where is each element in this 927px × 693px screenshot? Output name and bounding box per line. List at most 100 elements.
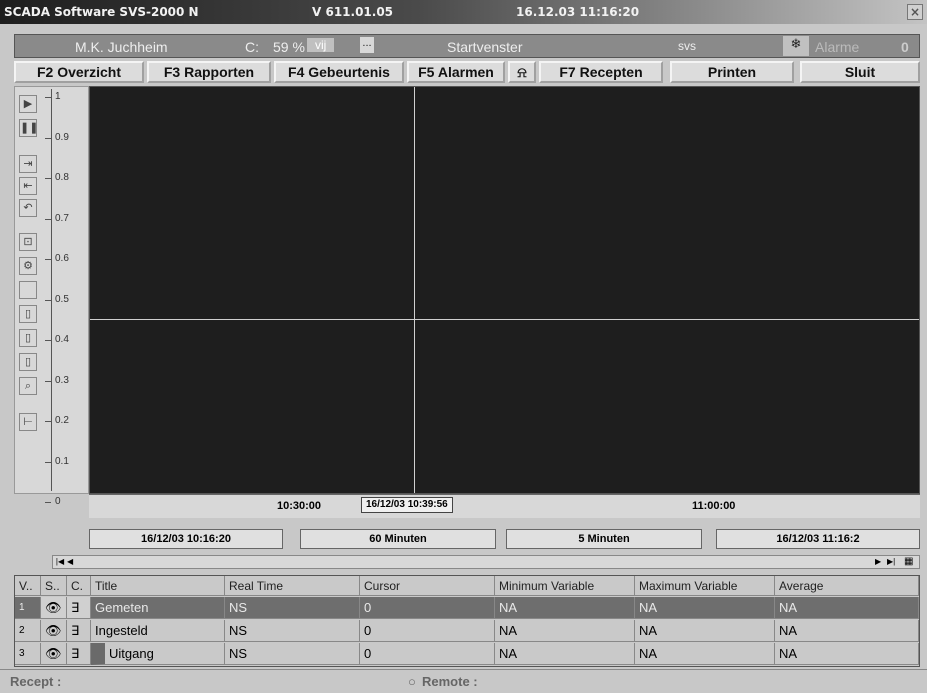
y-tick-label: 0.3 <box>55 374 69 386</box>
info-bar: M.K. Juchheim C: 59 % vij ... Startvenst… <box>14 34 920 58</box>
alarms-label: Alarme <box>815 39 860 55</box>
scale-icon[interactable]: ∃ <box>67 597 91 619</box>
events-button[interactable]: F4 Gebeurtenis <box>274 61 404 83</box>
recipes-button[interactable]: F7 Recepten <box>539 61 663 83</box>
trend-plot[interactable] <box>89 86 920 494</box>
recipe-status: Recept : <box>10 674 62 689</box>
bell-icon: ⍾ <box>517 64 527 80</box>
y-tick-label: 0.9 <box>55 131 69 143</box>
time-tick-label: 11:00:00 <box>692 500 736 512</box>
undo-icon[interactable]: ↶ <box>19 199 37 217</box>
svs-label: svs <box>678 39 696 53</box>
y-tick-label: 1 <box>55 91 61 102</box>
table-header: Cursor <box>360 576 495 596</box>
y-tick-mark <box>45 218 51 220</box>
time-tick-label: 10:30:00 <box>277 500 322 512</box>
table-row[interactable]: 2 👁 ∃ Ingesteld NS 0 NA NA NA <box>15 620 919 642</box>
end-time-field[interactable]: 16/12/03 11:16:2 <box>716 529 920 549</box>
alarm-bell-icon[interactable]: ❄ <box>783 36 809 56</box>
row-title: Ingesteld <box>91 620 225 642</box>
table-header: C. <box>67 576 91 596</box>
reports-button[interactable]: F3 Rapporten <box>147 61 271 83</box>
table-header: S.. <box>41 576 67 596</box>
print-button[interactable]: Printen <box>670 61 794 83</box>
pause-icon[interactable]: ❚❚ <box>19 119 38 137</box>
y-tick-label: 0.6 <box>55 253 69 264</box>
span-field[interactable]: 60 Minuten <box>300 529 496 549</box>
y-tick-label: 0 <box>55 496 61 507</box>
start-time-field[interactable]: 16/12/03 10:16:20 <box>89 529 283 549</box>
y-tick-label: 0.4 <box>55 334 69 345</box>
y-axis-line <box>51 89 52 491</box>
alarms-count: 0 <box>901 39 909 55</box>
y-tick-mark <box>45 259 51 260</box>
eye-icon[interactable]: 👁 <box>41 597 67 619</box>
capacity-label: C: <box>245 39 259 55</box>
time-axis: 10:30:00 16/12/03 10:39:56 11:00:00 <box>89 494 920 518</box>
y-tick-label: 0.7 <box>55 212 69 224</box>
y-tick-mark <box>45 97 51 98</box>
page-icon-c[interactable]: ▯ <box>19 353 37 371</box>
bell-button[interactable]: ⍾ <box>508 61 536 83</box>
settings-icon[interactable]: ⚙ <box>19 257 37 275</box>
scroll-left-icon[interactable]: ◀ <box>67 557 77 567</box>
y-tick-label: 0.5 <box>55 293 69 305</box>
capacity-percent: 59 % <box>273 39 305 55</box>
zoom-out-time-icon[interactable]: ⇤ <box>19 177 37 195</box>
page-icon-a[interactable]: ▯ <box>19 305 37 323</box>
y-tick-mark <box>45 421 51 422</box>
search-icon[interactable]: ⌕ <box>19 377 37 395</box>
close-button[interactable]: Sluit <box>800 61 920 83</box>
table-header: V.. <box>15 576 41 596</box>
grid-icon[interactable]: ▦ <box>904 556 918 568</box>
blank-tool-icon[interactable] <box>19 281 37 299</box>
remote-status-radio[interactable]: ○ <box>408 674 416 689</box>
window-name: Startvenster <box>447 39 523 55</box>
table-header: Maximum Variable <box>635 576 775 596</box>
step-field[interactable]: 5 Minuten <box>506 529 702 549</box>
overview-button[interactable]: F2 Overzicht <box>14 61 144 83</box>
user-name: M.K. Juchheim <box>75 39 168 55</box>
y-tick-label: 0.8 <box>55 172 69 183</box>
app-title: SCADA Software SVS-2000 N <box>4 5 199 19</box>
table-header: Minimum Variable <box>495 576 635 596</box>
cursor-time-label: 16/12/03 10:39:56 <box>361 497 453 513</box>
app-datetime: 16.12.03 11:16:20 <box>516 5 640 19</box>
eye-icon[interactable]: 👁 <box>41 643 67 665</box>
y-tick-mark <box>45 461 51 463</box>
eye-icon[interactable]: 👁 <box>41 620 67 642</box>
scale-icon[interactable]: ∃ <box>67 643 91 665</box>
y-tick-mark <box>45 502 51 503</box>
app-version: V 611.01.05 <box>312 5 394 19</box>
cursor-tool-icon[interactable]: ⊢ <box>19 413 37 431</box>
cursor-vertical-line <box>414 87 415 493</box>
y-tick-mark <box>45 137 51 139</box>
table-row[interactable]: 3 👁 ∃ Uitgang NS 0 NA NA NA <box>15 643 919 665</box>
y-tick-label: 0.2 <box>55 415 69 426</box>
horizontal-scrollbar[interactable]: |◀ ◀ ▶ ▶| ▦ <box>52 555 920 569</box>
scroll-right-icon[interactable]: ▶ <box>875 557 885 567</box>
scroll-last-icon[interactable]: ▶| <box>887 557 901 567</box>
scale-icon[interactable]: ∃ <box>67 620 91 642</box>
fit-icon[interactable]: ⊡ <box>19 233 37 251</box>
vrij-indicator: vij <box>307 38 335 52</box>
table-row[interactable]: 1 👁 ∃ Gemeten NS 0 NA NA NA <box>15 597 919 619</box>
ellipsis-button[interactable]: ... <box>360 37 374 53</box>
y-tick-mark <box>45 178 51 179</box>
y-tick-mark <box>45 380 51 382</box>
variable-table: V.. S.. C. Title Real Time Cursor Minimu… <box>14 575 920 667</box>
cursor-horizontal-line <box>90 319 919 320</box>
status-bar: Recept : ○ Remote : <box>0 669 927 693</box>
window-close-button[interactable]: × <box>907 4 923 20</box>
page-icon-b[interactable]: ▯ <box>19 329 37 347</box>
remote-status: Remote : <box>422 674 478 689</box>
play-icon[interactable]: ▶ <box>19 95 37 113</box>
row-title: Gemeten <box>91 597 225 619</box>
title-bar: SCADA Software SVS-2000 N V 611.01.05 16… <box>0 0 927 24</box>
alarms-button[interactable]: F5 Alarmen <box>407 61 505 83</box>
row-title: Uitgang <box>91 643 225 665</box>
y-tick-mark <box>45 340 51 341</box>
zoom-in-time-icon[interactable]: ⇥ <box>19 155 37 173</box>
table-header: Title <box>91 576 225 596</box>
scroll-first-icon[interactable]: |◀ <box>54 557 66 567</box>
